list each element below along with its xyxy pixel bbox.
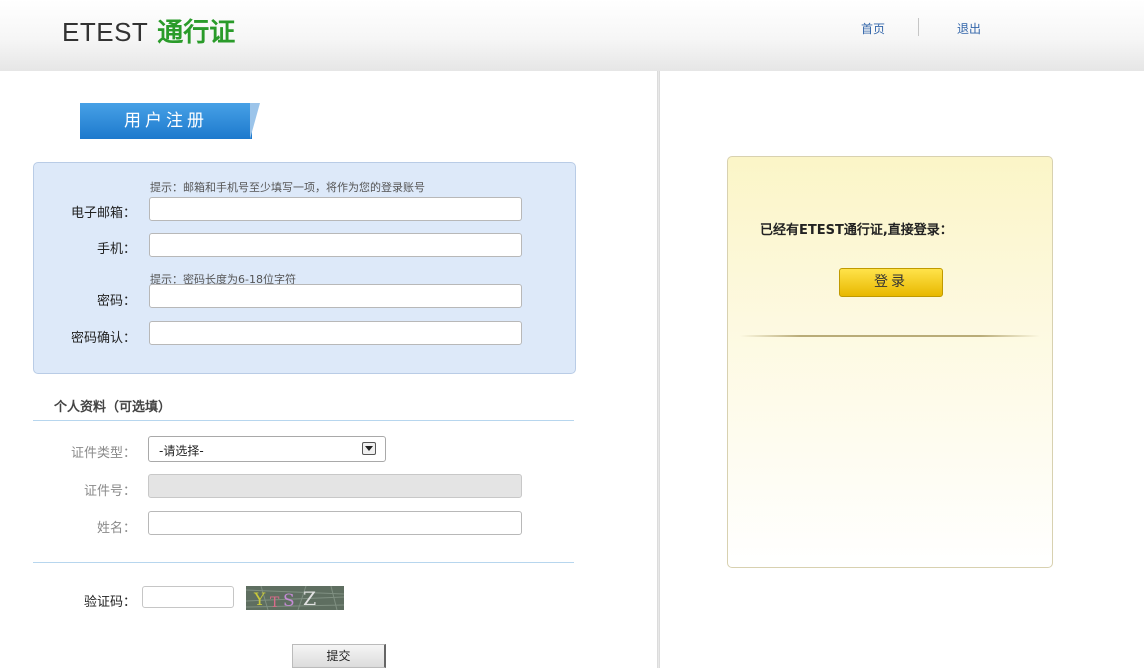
svg-text:S: S (283, 591, 295, 610)
login-divider (740, 335, 1040, 337)
nav-separator (918, 18, 919, 36)
phone-label: 手机： (96, 242, 136, 257)
login-panel: 已经有ETEST通行证,直接登录： 登录 (727, 156, 1053, 568)
captcha-image-graphic: Y T S Z (246, 586, 344, 610)
chevron-down-icon[interactable] (362, 442, 376, 455)
nav-home-link[interactable]: 首页 (861, 20, 885, 37)
section-divider-top (33, 420, 574, 421)
id-type-label: 证件类型： (70, 446, 136, 461)
id-type-selected-value: -请选择- (159, 444, 204, 458)
svg-text:Y: Y (253, 590, 266, 610)
email-field[interactable] (149, 197, 522, 221)
captcha-field[interactable] (142, 586, 234, 608)
name-label: 姓名： (96, 521, 136, 536)
nav-logout-link[interactable]: 退出 (957, 20, 981, 37)
submit-button[interactable]: 提交 (292, 644, 386, 668)
logo-brand-cn: 通行证 (157, 18, 236, 48)
name-field[interactable] (148, 511, 522, 535)
password-field[interactable] (149, 284, 522, 308)
id-number-field (148, 474, 522, 498)
login-prompt: 已经有ETEST通行证,直接登录： (760, 223, 953, 238)
svg-text:T: T (270, 595, 280, 610)
password-confirm-field[interactable] (149, 321, 522, 345)
register-tab-fold (250, 103, 260, 139)
section-divider-bottom (33, 562, 574, 563)
logo-brand-en: ETEST (62, 17, 149, 47)
id-type-select[interactable]: -请选择- (148, 436, 386, 462)
phone-field[interactable] (149, 233, 522, 257)
id-number-label: 证件号： (83, 484, 136, 499)
login-button[interactable]: 登录 (839, 268, 943, 297)
personal-info-title: 个人资料（可选填） (54, 400, 172, 415)
captcha-label: 验证码： (83, 595, 136, 610)
password-label: 密码： (96, 294, 136, 309)
captcha-image[interactable]: Y T S Z (246, 586, 344, 610)
account-hint: 提示：邮箱和手机号至少填写一项，将作为您的登录账号 (150, 181, 425, 194)
svg-text:Z: Z (303, 588, 316, 610)
register-tab-title: 用户注册 (80, 103, 252, 139)
email-label: 电子邮箱： (70, 206, 136, 221)
page-header: ETEST 通行证 首页 退出 (0, 0, 1144, 71)
site-logo[interactable]: ETEST 通行证 (62, 16, 235, 49)
password-confirm-label: 密码确认： (70, 331, 136, 346)
column-divider (657, 71, 660, 668)
